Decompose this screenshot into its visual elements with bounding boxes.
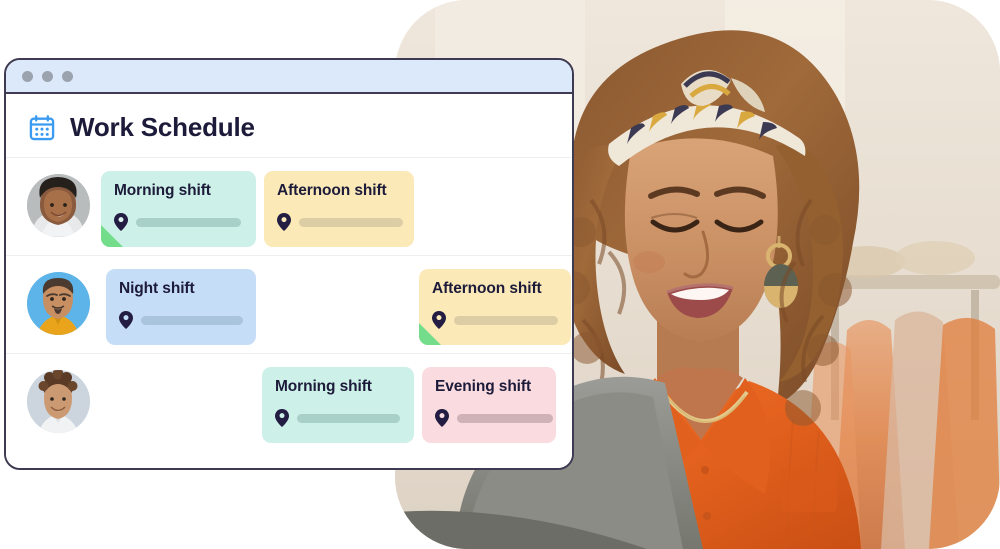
shift-status-flag — [101, 225, 123, 247]
shift-card[interactable]: Night shift — [106, 269, 256, 345]
shift-card[interactable]: Afternoon shift — [419, 269, 571, 345]
browser-window: Work Schedule Morning shift Afternoon sh… — [4, 58, 574, 470]
shift-card-title: Evening shift — [435, 378, 532, 395]
shift-card-meta — [114, 213, 241, 231]
window-dot-close[interactable] — [22, 70, 33, 82]
shift-card-meta — [119, 311, 243, 329]
shift-card[interactable]: Evening shift — [422, 367, 556, 443]
window-content: Work Schedule Morning shift Afternoon sh… — [6, 94, 572, 468]
avatar-employee-2[interactable] — [27, 272, 90, 335]
location-placeholder-bar — [297, 413, 400, 423]
shift-card-title: Night shift — [119, 280, 195, 297]
location-pin-icon — [277, 213, 291, 231]
shift-card[interactable]: Afternoon shift — [264, 171, 414, 247]
shift-card-meta — [277, 213, 403, 231]
shift-card-meta — [432, 311, 558, 329]
page-title: Work Schedule — [70, 112, 255, 142]
location-placeholder-bar — [136, 217, 241, 227]
shift-card-title: Afternoon shift — [277, 182, 387, 199]
location-placeholder-bar — [457, 413, 553, 423]
app-header: Work Schedule — [6, 94, 572, 157]
location-pin-icon — [275, 409, 289, 427]
location-placeholder-bar — [141, 315, 243, 325]
calendar-icon — [29, 114, 55, 140]
shift-card[interactable]: Morning shift — [101, 171, 256, 247]
shift-status-flag — [419, 323, 441, 345]
avatar-employee-1[interactable] — [27, 174, 90, 237]
table-row: Morning shift Afternoon shift — [6, 157, 572, 255]
avatar-image — [27, 370, 90, 433]
location-placeholder-bar — [299, 217, 403, 227]
shift-card-title: Afternoon shift — [432, 280, 542, 297]
location-pin-icon — [435, 409, 449, 427]
avatar-image — [27, 174, 90, 237]
avatar-image — [27, 272, 90, 335]
shift-card[interactable]: Morning shift — [262, 367, 414, 443]
window-dot-minimize[interactable] — [42, 70, 53, 82]
location-placeholder-bar — [454, 315, 558, 325]
shift-card-title: Morning shift — [275, 378, 372, 395]
table-row: Night shift Afternoon shift — [6, 255, 572, 353]
shift-card-meta — [435, 409, 553, 427]
location-pin-icon — [119, 311, 133, 329]
shift-card-title: Morning shift — [114, 182, 211, 199]
screenshot-stage: Work Schedule Morning shift Afternoon sh… — [0, 0, 1000, 549]
table-row: Morning shift Evening shift — [6, 353, 572, 451]
window-dot-maximize[interactable] — [62, 70, 73, 82]
avatar-employee-3[interactable] — [27, 370, 90, 433]
shift-card-meta — [275, 409, 400, 427]
window-titlebar — [6, 60, 572, 94]
